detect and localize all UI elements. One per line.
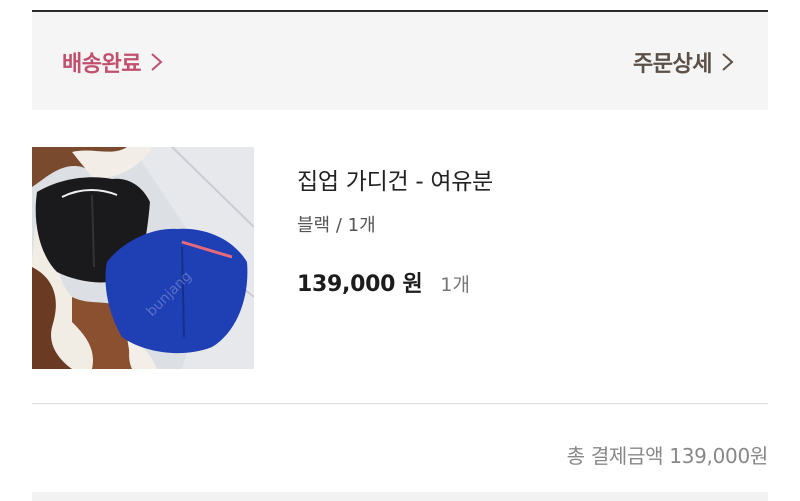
chevron-right-icon xyxy=(147,50,167,74)
price-row: 139,000 원 1개 xyxy=(297,266,470,298)
chevron-right-icon xyxy=(718,50,738,74)
product-thumbnail[interactable]: bunjang xyxy=(32,147,254,369)
order-card: 배송완료 주문상세 bunjang 집업 가디건 - 여유분 블랙 / 1개 1… xyxy=(0,0,800,501)
product-option: 블랙 / 1개 xyxy=(297,215,376,236)
delivery-status-link[interactable]: 배송완료 xyxy=(62,46,167,78)
product-item: bunjang 집업 가디건 - 여유분 블랙 / 1개 139,000 원 1… xyxy=(32,147,768,371)
order-detail-link[interactable]: 주문상세 xyxy=(633,46,738,78)
order-detail-label: 주문상세 xyxy=(633,52,712,77)
bottom-bar xyxy=(32,492,768,501)
product-price: 139,000 원 xyxy=(297,272,423,297)
product-name[interactable]: 집업 가디건 - 여유분 xyxy=(297,162,493,196)
order-header: 배송완료 주문상세 xyxy=(32,12,768,110)
total-payment: 총 결제금액 139,000원 xyxy=(566,444,769,468)
product-quantity: 1개 xyxy=(440,274,470,296)
summary-divider xyxy=(32,403,768,404)
cardigan-photo-icon: bunjang xyxy=(32,147,254,369)
delivery-status-label: 배송완료 xyxy=(62,52,141,77)
